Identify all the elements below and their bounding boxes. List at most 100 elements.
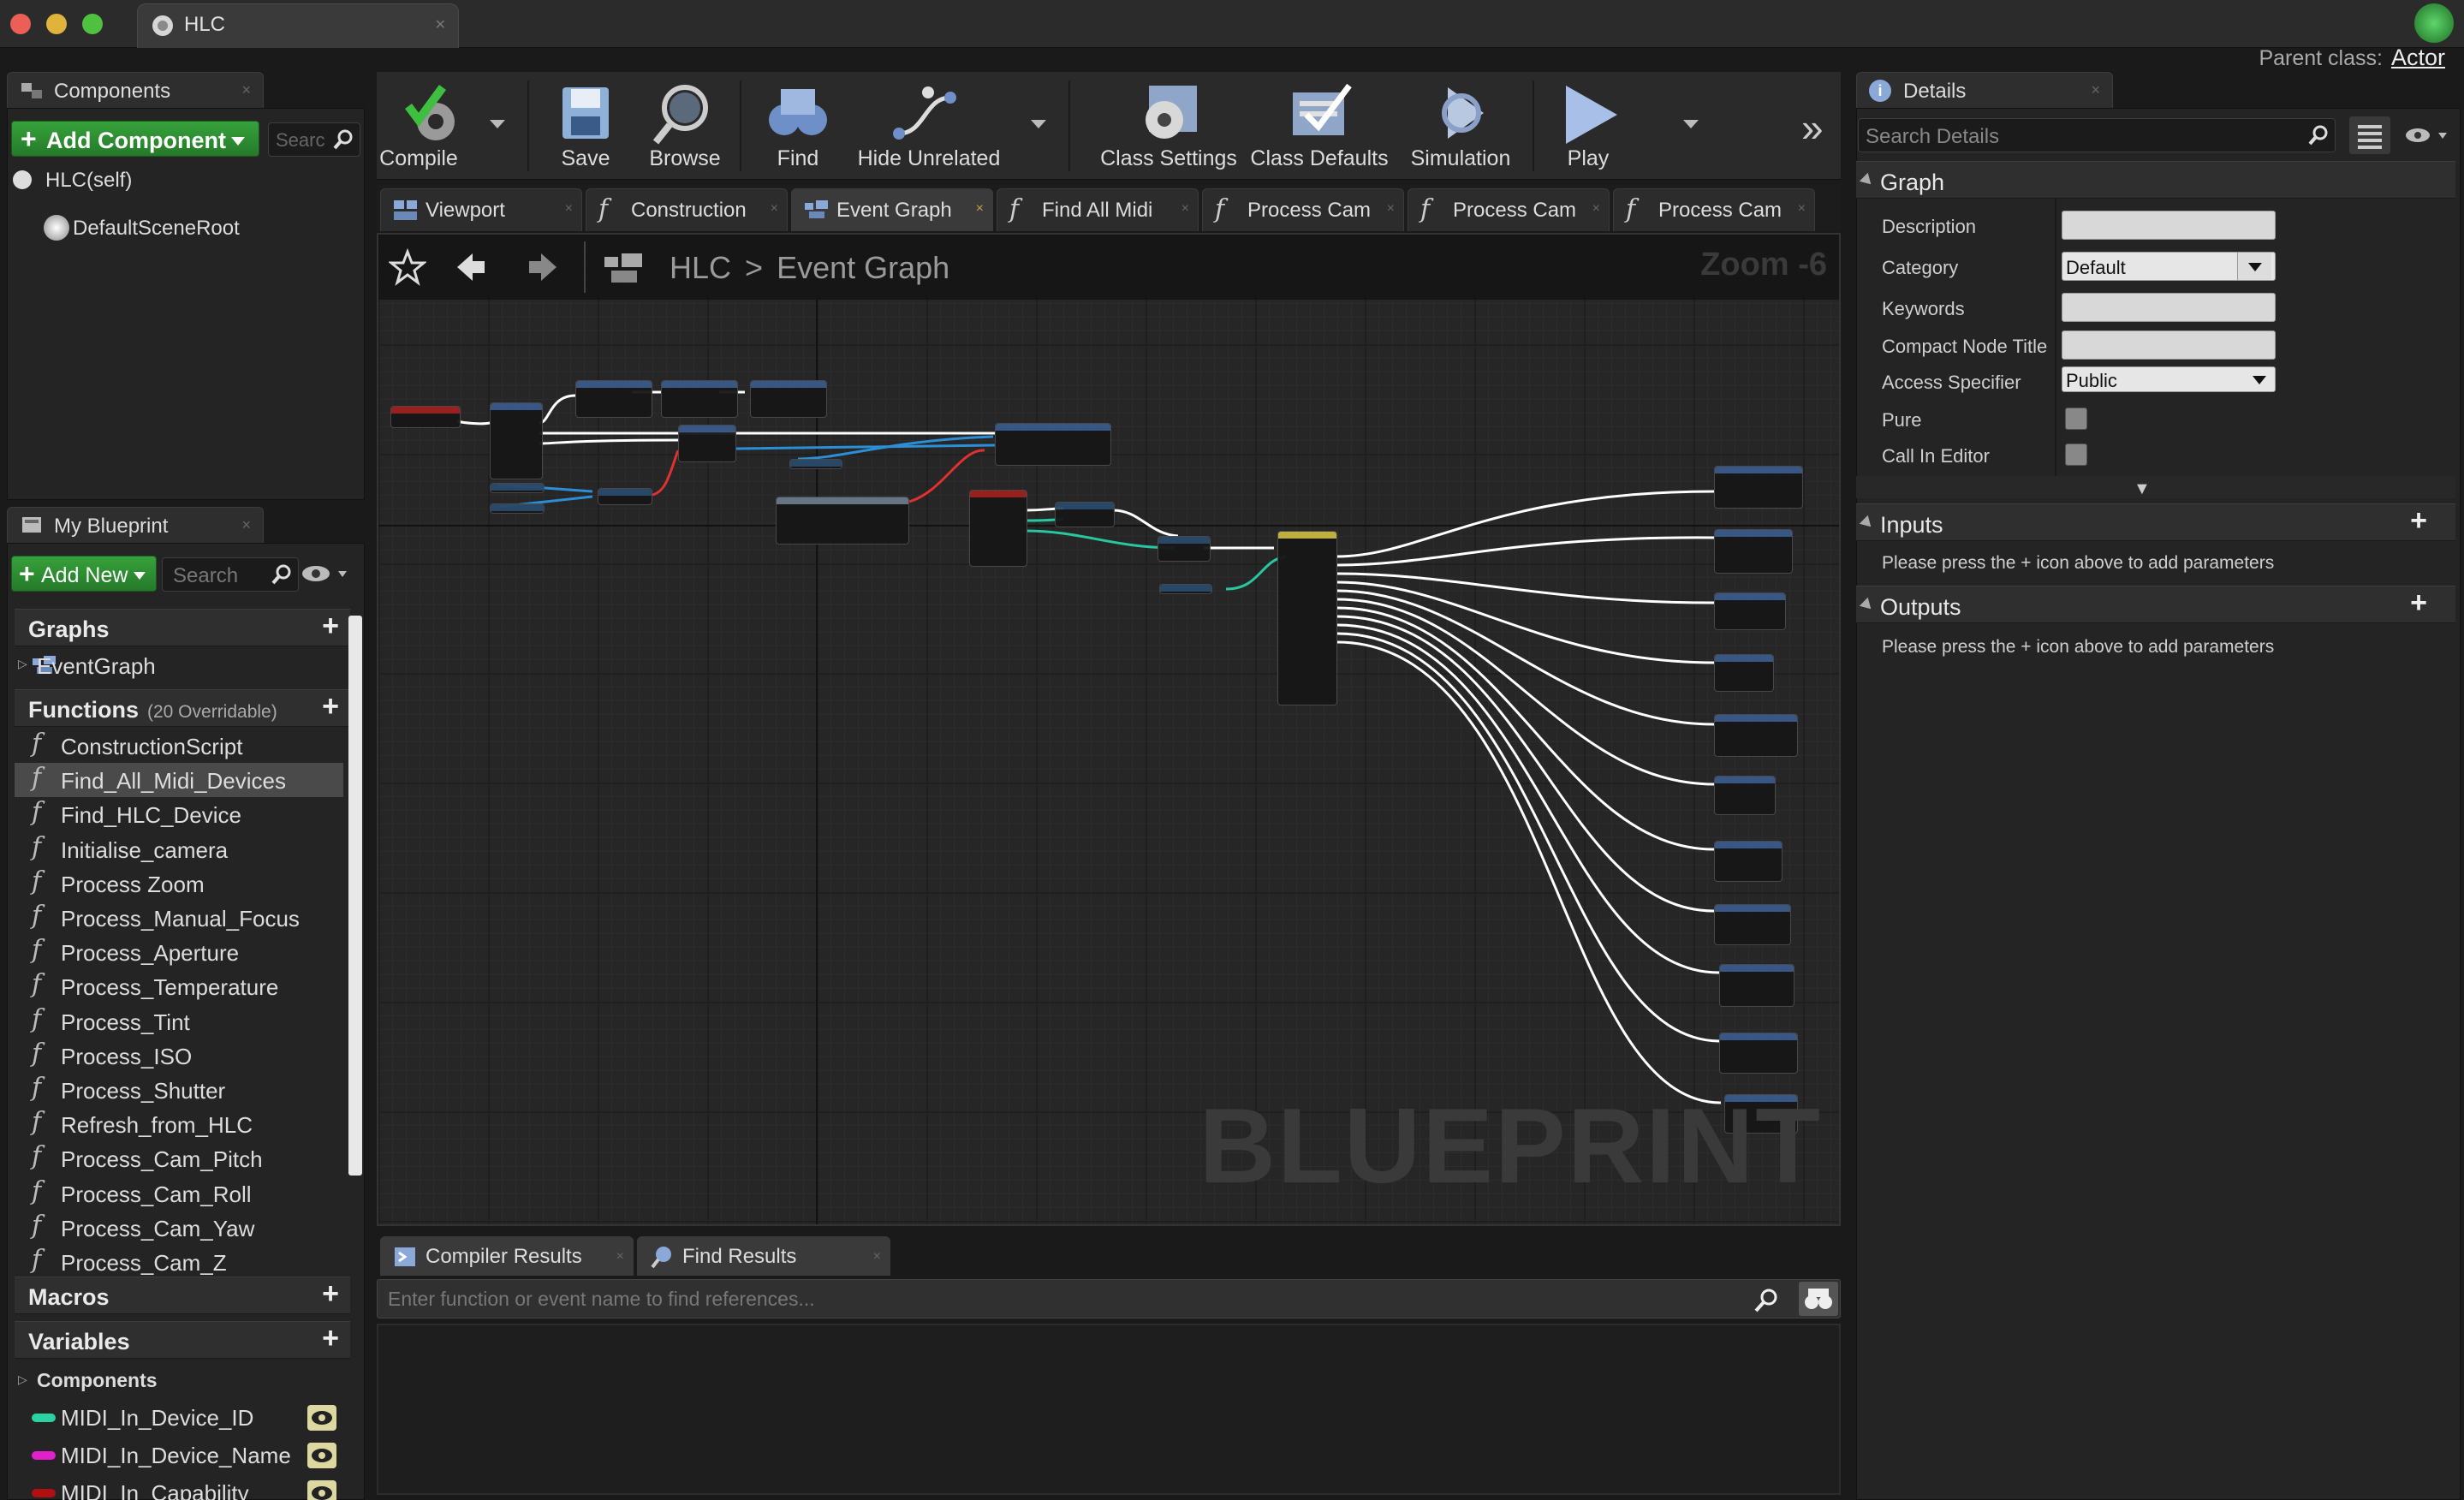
- tab-construction[interactable]: f Construction ×: [586, 188, 788, 231]
- call-in-editor-checkbox[interactable]: [2065, 443, 2087, 466]
- advanced-expander[interactable]: ▼: [1856, 476, 2455, 498]
- graph-node[interactable]: [1714, 714, 1798, 757]
- graph-node[interactable]: [1714, 592, 1786, 630]
- close-window-button[interactable]: [10, 14, 31, 34]
- property-matrix-icon[interactable]: [2349, 116, 2390, 154]
- close-tab-icon[interactable]: ✕: [435, 16, 446, 33]
- play-button[interactable]: Play: [1541, 72, 1635, 180]
- function-item[interactable]: f Process_Cam_Pitch: [15, 1141, 343, 1176]
- tab-process-cam-1[interactable]: f Process Cam ×: [1202, 188, 1404, 231]
- play-options-chevron-icon[interactable]: [1683, 120, 1699, 128]
- tab-viewport[interactable]: Viewport ×: [380, 188, 582, 231]
- close-tab-icon[interactable]: ×: [1387, 201, 1395, 217]
- function-item[interactable]: f Process_Aperture: [15, 935, 343, 969]
- function-item[interactable]: f Find_HLC_Device: [15, 797, 343, 831]
- add-new-button[interactable]: + Add New: [11, 556, 157, 592]
- graph-node[interactable]: [1277, 531, 1337, 705]
- blueprint-search-input[interactable]: Search: [162, 557, 299, 592]
- tab-process-cam-2[interactable]: f Process Cam ×: [1408, 188, 1610, 231]
- close-tab-icon[interactable]: ×: [1181, 201, 1189, 217]
- add-output-plus-icon[interactable]: +: [2404, 588, 2433, 619]
- compile-button[interactable]: Compile: [377, 72, 486, 180]
- graph-node[interactable]: [1714, 466, 1803, 509]
- graph-node[interactable]: [598, 488, 652, 505]
- maximize-window-button[interactable]: [82, 14, 103, 34]
- graph-section[interactable]: Graph: [1856, 161, 2455, 199]
- graph-node[interactable]: [789, 459, 842, 469]
- tab-process-cam-3[interactable]: f Process Cam ×: [1613, 188, 1815, 231]
- graph-node[interactable]: [390, 406, 461, 428]
- graph-node[interactable]: [1714, 904, 1791, 945]
- visibility-eye-icon[interactable]: [307, 1405, 336, 1431]
- graph-node[interactable]: [1714, 654, 1774, 692]
- minimize-window-button[interactable]: [46, 14, 67, 34]
- document-tab[interactable]: HLC ✕: [137, 3, 459, 48]
- visibility-eye-icon[interactable]: [307, 1480, 336, 1500]
- graph-node[interactable]: [490, 503, 545, 514]
- close-tab-icon[interactable]: ×: [1592, 201, 1600, 217]
- close-tab-icon[interactable]: ×: [241, 516, 251, 534]
- function-item[interactable]: f ConstructionScript: [15, 729, 343, 763]
- compile-options-chevron-icon[interactable]: [490, 120, 505, 128]
- variables-category[interactable]: Variables +: [15, 1321, 350, 1359]
- graphs-category[interactable]: Graphs +: [15, 609, 350, 646]
- description-field[interactable]: [2062, 211, 2276, 240]
- add-function-plus-icon[interactable]: +: [316, 692, 345, 723]
- function-item[interactable]: f Process_Temperature: [15, 969, 343, 1003]
- graph-node[interactable]: [1055, 502, 1115, 527]
- blueprint-scrollbar[interactable]: [348, 616, 362, 1176]
- browse-button[interactable]: Browse: [634, 72, 736, 180]
- toolbar-overflow-chevron-icon[interactable]: »: [1801, 104, 1824, 151]
- class-defaults-button[interactable]: Class Defaults: [1247, 72, 1392, 180]
- function-item[interactable]: f Find_All_Midi_Devices: [15, 763, 343, 798]
- graph-node[interactable]: [1714, 776, 1776, 815]
- hide-unrelated-button[interactable]: Hide Unrelated: [856, 72, 1002, 180]
- function-item[interactable]: f Process_Cam_Z: [15, 1245, 343, 1279]
- add-macro-plus-icon[interactable]: +: [316, 1279, 345, 1310]
- pure-checkbox[interactable]: [2065, 408, 2087, 430]
- functions-category[interactable]: Functions (20 Overridable) +: [15, 689, 350, 727]
- variable-item[interactable]: MIDI_In_Device_ID: [15, 1400, 343, 1434]
- function-item[interactable]: f Process_Tint: [15, 1004, 343, 1039]
- view-options-eye-icon[interactable]: [2404, 125, 2455, 149]
- close-tab-icon[interactable]: ×: [565, 201, 573, 217]
- class-settings-button[interactable]: Class Settings: [1096, 72, 1241, 180]
- access-specifier-select[interactable]: Public: [2062, 366, 2276, 392]
- search-icon[interactable]: [1753, 1287, 1780, 1314]
- function-item[interactable]: f Process Zoom: [15, 866, 343, 901]
- hide-unrelated-options-chevron-icon[interactable]: [1031, 120, 1046, 128]
- tab-compiler-results[interactable]: Compiler Results ×: [380, 1236, 634, 1276]
- function-item[interactable]: f Process_Manual_Focus: [15, 901, 343, 935]
- simulation-button[interactable]: Simulation: [1397, 72, 1524, 180]
- source-control-status-icon[interactable]: [2414, 3, 2454, 43]
- category-combo[interactable]: Default: [2062, 252, 2276, 281]
- find-button[interactable]: Find: [747, 72, 849, 180]
- graph-node[interactable]: [678, 425, 736, 462]
- graph-node[interactable]: [661, 380, 738, 418]
- function-item[interactable]: f Process_Cam_Roll: [15, 1176, 343, 1211]
- compact-node-title-field[interactable]: [2062, 330, 2276, 360]
- graph-node[interactable]: [1719, 1033, 1798, 1074]
- tab-event-graph[interactable]: Event Graph ×: [791, 188, 993, 231]
- variable-item[interactable]: MIDI_In_Device_Name: [15, 1438, 343, 1472]
- graph-node[interactable]: [1714, 841, 1783, 882]
- graph-node[interactable]: [1159, 584, 1212, 594]
- add-graph-plus-icon[interactable]: +: [316, 611, 345, 642]
- close-tab-icon[interactable]: ×: [873, 1249, 881, 1265]
- tab-find-all-midi[interactable]: f Find All Midi ×: [997, 188, 1199, 231]
- graph-node[interactable]: [969, 490, 1027, 567]
- close-tab-icon[interactable]: ×: [616, 1249, 624, 1265]
- keywords-field[interactable]: [2062, 293, 2276, 322]
- close-tab-icon[interactable]: ×: [771, 201, 778, 217]
- parent-class-link[interactable]: Actor: [2391, 45, 2445, 70]
- visibility-eye-icon[interactable]: [307, 1443, 336, 1468]
- add-variable-plus-icon[interactable]: +: [316, 1324, 345, 1354]
- macros-category[interactable]: Macros +: [15, 1277, 350, 1314]
- function-item[interactable]: f Process_Cam_Yaw: [15, 1211, 343, 1245]
- add-input-plus-icon[interactable]: +: [2404, 506, 2433, 537]
- graph-node[interactable]: [1714, 529, 1793, 574]
- components-search-input[interactable]: Searc: [268, 122, 360, 157]
- graph-node[interactable]: [750, 380, 827, 418]
- graph-node[interactable]: [1719, 964, 1794, 1007]
- graph-node[interactable]: [776, 497, 909, 545]
